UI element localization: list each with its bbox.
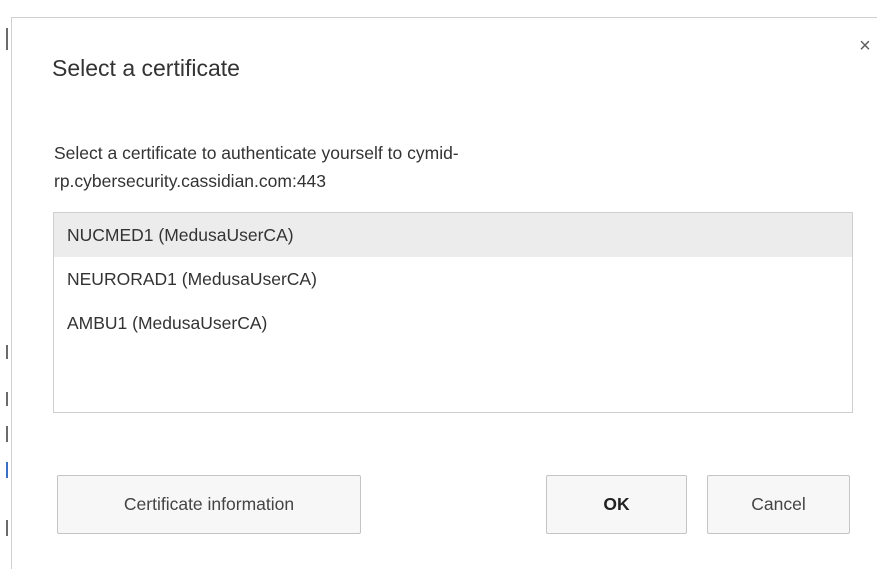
dialog-message: Select a certificate to authenticate you…: [54, 143, 459, 191]
background-window-edge: [6, 426, 8, 442]
certificate-item-ambu1[interactable]: AMBU1 (MedusaUserCA): [54, 301, 852, 345]
background-window-edge: [6, 28, 8, 50]
certificate-information-button[interactable]: Certificate information: [57, 475, 361, 534]
certificate-list[interactable]: NUCMED1 (MedusaUserCA) NEURORAD1 (Medusa…: [53, 212, 853, 413]
certificate-item-neurorad1[interactable]: NEURORAD1 (MedusaUserCA): [54, 257, 852, 301]
close-icon[interactable]: ×: [854, 35, 876, 57]
background-window-edge: [6, 462, 8, 478]
select-certificate-dialog: × Select a certificate Select a certific…: [11, 17, 877, 569]
cancel-button[interactable]: Cancel: [707, 475, 850, 534]
background-window-edge: [6, 345, 8, 359]
certificate-item-nucmed1[interactable]: NUCMED1 (MedusaUserCA): [54, 213, 852, 257]
page: × Select a certificate Select a certific…: [0, 0, 877, 569]
dialog-title: Select a certificate: [52, 55, 240, 81]
ok-button[interactable]: OK: [546, 475, 687, 534]
background-window-edge: [6, 392, 8, 406]
background-window-edge: [6, 520, 8, 536]
